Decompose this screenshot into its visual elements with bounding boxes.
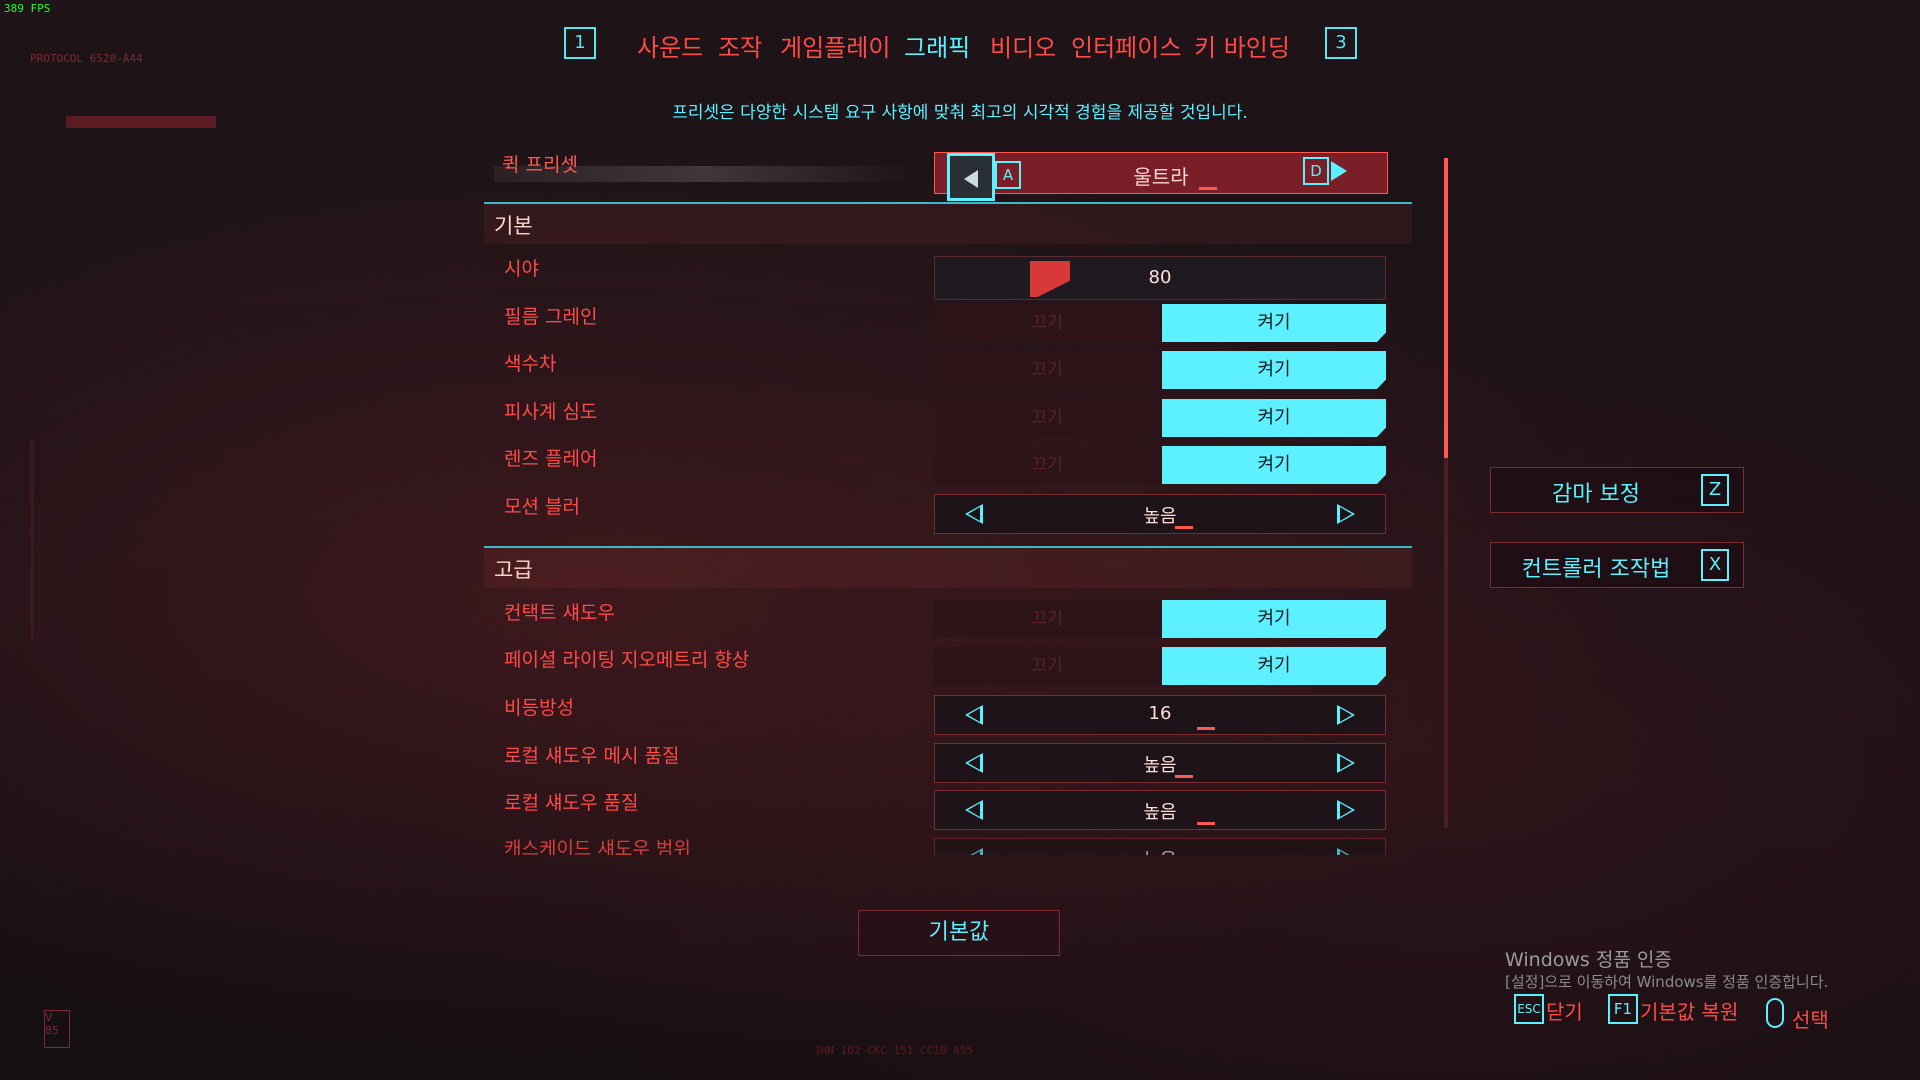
tab-controls[interactable]: 조작: [718, 28, 762, 63]
local-shadow-mesh-value: 높음: [1143, 755, 1177, 776]
left-deco-strip: [30, 440, 34, 640]
tab-graphics[interactable]: 그래픽: [904, 28, 970, 63]
settings-tabs: 1 사운드 조작 게임플레이 그래픽 비디오 인터페이스 키 바인딩 3: [0, 24, 1920, 64]
scrollbar-thumb[interactable]: [1444, 158, 1448, 458]
select-hint[interactable]: 선택: [1792, 1004, 1829, 1033]
depth-of-field-toggle[interactable]: 끄기 켜기: [934, 399, 1386, 437]
controller-layout-key: X: [1701, 549, 1729, 581]
gamma-correction-label: 감마 보정: [1552, 482, 1640, 507]
local-shadow-label: 로컬 섀도우 품질: [504, 792, 639, 814]
facial-lighting-label: 페이셜 라이팅 지오메트리 향상: [504, 649, 750, 671]
facial-lighting-off[interactable]: 끄기: [934, 647, 1160, 685]
tab-sound[interactable]: 사운드: [637, 28, 703, 63]
contact-shadow-off[interactable]: 끄기: [934, 600, 1160, 638]
gamma-correction-key: Z: [1701, 474, 1729, 506]
depth-of-field-label: 피사계 심도: [504, 401, 598, 423]
default-button[interactable]: 기본값: [858, 910, 1060, 956]
gamma-correction-button[interactable]: 감마 보정 Z: [1490, 467, 1744, 513]
cascade-shadow-next-icon[interactable]: [1337, 848, 1355, 855]
controller-layout-label: 컨트롤러 조작법: [1521, 557, 1671, 582]
chromatic-aberration-off[interactable]: 끄기: [934, 351, 1160, 389]
contact-shadow-label: 컨택트 섀도우: [504, 602, 615, 624]
anisotropy-indicator: [1197, 727, 1215, 730]
anisotropy-label: 비등방성: [504, 697, 574, 719]
lens-flare-toggle[interactable]: 끄기 켜기: [934, 446, 1386, 484]
anisotropy-stepper[interactable]: 16: [934, 695, 1386, 735]
lens-flare-off[interactable]: 끄기: [934, 446, 1160, 484]
anisotropy-next-icon[interactable]: [1337, 705, 1355, 725]
contact-shadow-toggle[interactable]: 끄기 켜기: [934, 600, 1386, 638]
chromatic-aberration-toggle[interactable]: 끄기 켜기: [934, 351, 1386, 389]
esc-key: ESC: [1514, 994, 1544, 1024]
lens-flare-on[interactable]: 켜기: [1162, 446, 1386, 484]
local-shadow-stepper[interactable]: 높음: [934, 790, 1386, 830]
depth-of-field-on[interactable]: 켜기: [1162, 399, 1386, 437]
next-tab-key[interactable]: 3: [1325, 27, 1357, 59]
cascade-shadow-label: 캐스케이드 섀도우 범위: [504, 838, 691, 855]
section-advanced: 고급: [494, 558, 533, 582]
bottom-code: JHN 102 CKC 151 CC10 A55: [814, 1044, 973, 1057]
contact-shadow-on[interactable]: 켜기: [1162, 600, 1386, 638]
motion-blur-indicator: [1175, 526, 1193, 529]
close-hint[interactable]: 닫기: [1546, 996, 1583, 1025]
local-shadow-value: 높음: [1143, 802, 1177, 823]
version-badge: V 85: [44, 1010, 70, 1048]
fov-label: 시야: [504, 258, 539, 280]
f1-key: F1: [1608, 994, 1638, 1024]
reset-defaults-hint[interactable]: 기본값 복원: [1640, 996, 1738, 1025]
basic-section-bg: [484, 204, 1412, 244]
quick-preset-selector[interactable]: A 울트라 D: [934, 152, 1388, 201]
tab-gameplay[interactable]: 게임플레이: [780, 28, 890, 63]
preset-description: 프리셋은 다양한 시스템 요구 사항에 맞춰 최고의 시각적 경험을 제공할 것…: [672, 103, 1248, 123]
arrow-right-icon[interactable]: [1331, 161, 1347, 181]
depth-of-field-off[interactable]: 끄기: [934, 399, 1160, 437]
local-shadow-indicator: [1197, 822, 1215, 825]
cascade-shadow-stepper[interactable]: 높음: [934, 838, 1386, 855]
local-shadow-mesh-stepper[interactable]: 높음: [934, 743, 1386, 783]
settings-scrollbar[interactable]: [1444, 158, 1448, 828]
fps-counter: 389 FPS: [4, 2, 51, 15]
fov-value: 80: [1148, 267, 1172, 288]
film-grain-label: 필름 그레인: [504, 306, 598, 328]
preset-next-key: D: [1303, 157, 1329, 185]
anisotropy-value: 16: [1148, 703, 1172, 724]
motion-blur-value: 높음: [1143, 506, 1177, 527]
quick-preset-label: 퀵 프리셋: [502, 154, 578, 176]
advanced-section-bg: [484, 548, 1412, 588]
fov-slider[interactable]: 80: [934, 256, 1386, 300]
local-shadow-mesh-label: 로컬 섀도우 메시 품질: [504, 745, 680, 767]
local-shadow-mesh-next-icon[interactable]: [1337, 753, 1355, 773]
motion-blur-stepper[interactable]: 높음: [934, 494, 1386, 534]
lens-flare-label: 렌즈 플레어: [504, 448, 598, 470]
chromatic-aberration-label: 색수차: [504, 353, 557, 375]
facial-lighting-on[interactable]: 켜기: [1162, 647, 1386, 685]
cascade-shadow-value: 높음: [935, 846, 1385, 855]
facial-lighting-toggle[interactable]: 끄기 켜기: [934, 647, 1386, 685]
preset-indicator: [1199, 187, 1217, 190]
chromatic-aberration-on[interactable]: 켜기: [1162, 351, 1386, 389]
film-grain-toggle[interactable]: 끄기 켜기: [934, 304, 1386, 342]
local-shadow-next-icon[interactable]: [1337, 800, 1355, 820]
tab-interface[interactable]: 인터페이스: [1071, 28, 1181, 63]
motion-blur-label: 모션 블러: [504, 496, 580, 518]
prev-tab-key[interactable]: 1: [564, 27, 596, 59]
film-grain-on[interactable]: 켜기: [1162, 304, 1386, 342]
mouse-icon: [1766, 998, 1784, 1028]
film-grain-off[interactable]: 끄기: [934, 304, 1160, 342]
motion-blur-next-icon[interactable]: [1337, 504, 1355, 524]
windows-activation-title: Windows 정품 인증: [1505, 949, 1672, 971]
controller-layout-button[interactable]: 컨트롤러 조작법 X: [1490, 542, 1744, 588]
section-basic: 기본: [494, 214, 533, 238]
graphics-settings-panel[interactable]: 퀵 프리셋 A 울트라 D 기본 시야 80 필름 그레인 끄기 켜기 색수차 …: [484, 140, 1412, 855]
windows-activation-subtitle: [설정]으로 이동하여 Windows를 정품 인증합니다.: [1505, 973, 1829, 991]
tab-key-bindings[interactable]: 키 바인딩: [1194, 28, 1290, 63]
tab-video[interactable]: 비디오: [990, 28, 1056, 63]
local-shadow-mesh-indicator: [1175, 775, 1193, 778]
